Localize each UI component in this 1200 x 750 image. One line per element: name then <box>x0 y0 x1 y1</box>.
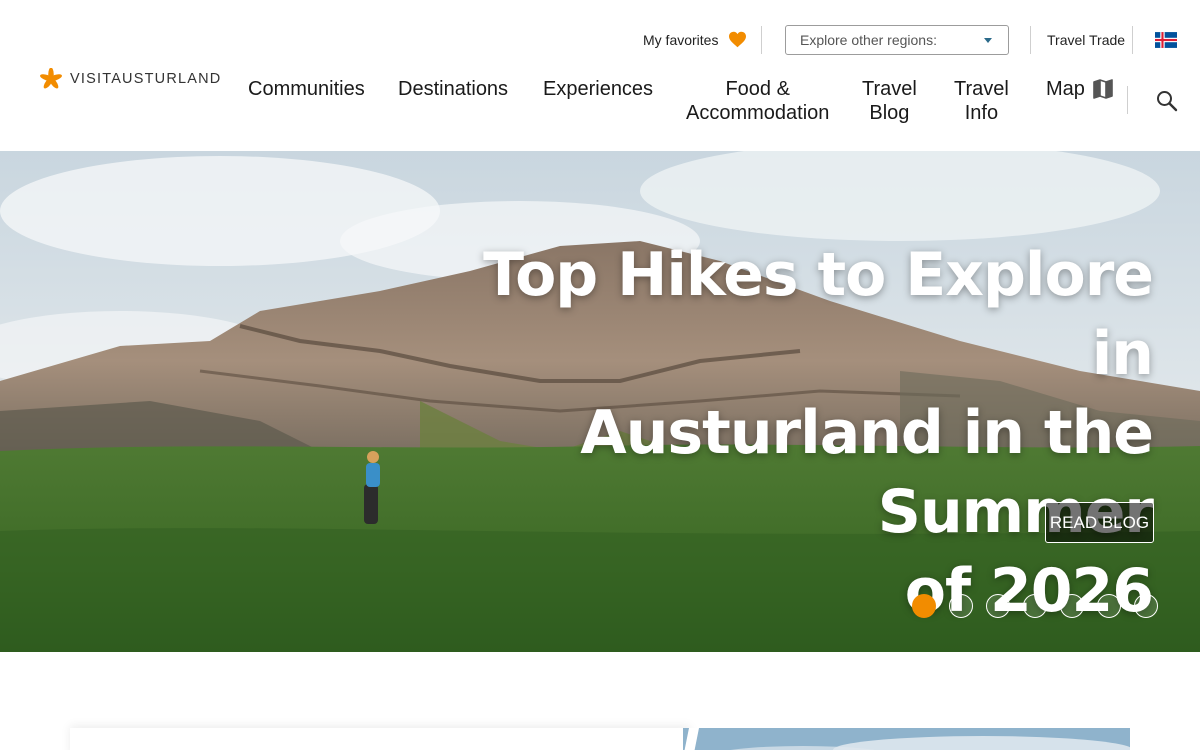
read-blog-button[interactable]: READ BLOG <box>1045 502 1154 543</box>
nav-food-line2: Accommodation <box>686 102 830 124</box>
carousel-dot[interactable] <box>1023 594 1047 618</box>
nav-blog-line1: Travel <box>862 78 917 100</box>
region-select-placeholder: Explore other regions: <box>800 32 937 48</box>
carousel-dot[interactable] <box>1134 594 1158 618</box>
hero-title-line1: Top Hikes to Explore in <box>483 240 1154 389</box>
hero-title: Top Hikes to Explore in Austurland in th… <box>453 236 1154 631</box>
divider <box>1127 86 1128 114</box>
divider <box>1132 26 1133 54</box>
favorites-label: My favorites <box>643 31 719 48</box>
logo-wordmark-austurland: AUSTURLAND <box>111 71 222 87</box>
nav-experiences[interactable]: Experiences <box>543 77 653 101</box>
carousel-dot[interactable] <box>1060 594 1084 618</box>
carousel-dot[interactable] <box>986 594 1010 618</box>
utility-bar: My favorites Explore other regions: Trav… <box>0 24 1200 56</box>
nav-map[interactable]: Map <box>1046 77 1113 101</box>
map-icon <box>1093 79 1113 99</box>
site-logo[interactable]: VISITAUSTURLAND <box>40 68 221 90</box>
logo-wordmark: VISITAUSTURLAND <box>70 71 221 87</box>
feature-card-image <box>683 728 1130 750</box>
feature-card <box>70 728 690 750</box>
carousel-dot[interactable] <box>912 594 936 618</box>
flower-logo-icon <box>40 68 62 89</box>
nav-food-line1: Food & <box>725 78 790 100</box>
my-favorites-link[interactable]: My favorites <box>643 31 747 48</box>
carousel-dot[interactable] <box>1097 594 1121 618</box>
nav-info-line1: Travel <box>954 78 1009 100</box>
nav-blog-line2: Blog <box>869 102 910 124</box>
travel-trade-link[interactable]: Travel Trade <box>1047 32 1125 48</box>
heart-icon <box>729 31 747 48</box>
nav-travel-blog[interactable]: Travel Blog <box>862 77 917 125</box>
search-icon[interactable] <box>1156 90 1178 112</box>
logo-wordmark-visit: VISIT <box>70 71 112 87</box>
iceland-flag-icon[interactable] <box>1155 32 1177 48</box>
nav-info-line2: Info <box>964 102 999 124</box>
site-header: My favorites Explore other regions: Trav… <box>0 0 1200 151</box>
nav-travel-info[interactable]: Travel Info <box>954 77 1009 125</box>
carousel-pagination <box>912 594 1158 618</box>
divider <box>1030 26 1031 54</box>
carousel-dot[interactable] <box>949 594 973 618</box>
chevron-down-icon <box>984 38 992 43</box>
nav-food-accommodation[interactable]: Food & Accommodation <box>686 77 829 125</box>
hero-carousel: Top Hikes to Explore in Austurland in th… <box>0 151 1200 652</box>
nav-map-label: Map <box>1046 78 1085 100</box>
hero-title-line3: of 2026 <box>904 556 1154 626</box>
nav-communities[interactable]: Communities <box>248 77 365 101</box>
explore-regions-select[interactable]: Explore other regions: <box>785 25 1009 55</box>
divider <box>761 26 762 54</box>
nav-destinations[interactable]: Destinations <box>398 77 508 101</box>
